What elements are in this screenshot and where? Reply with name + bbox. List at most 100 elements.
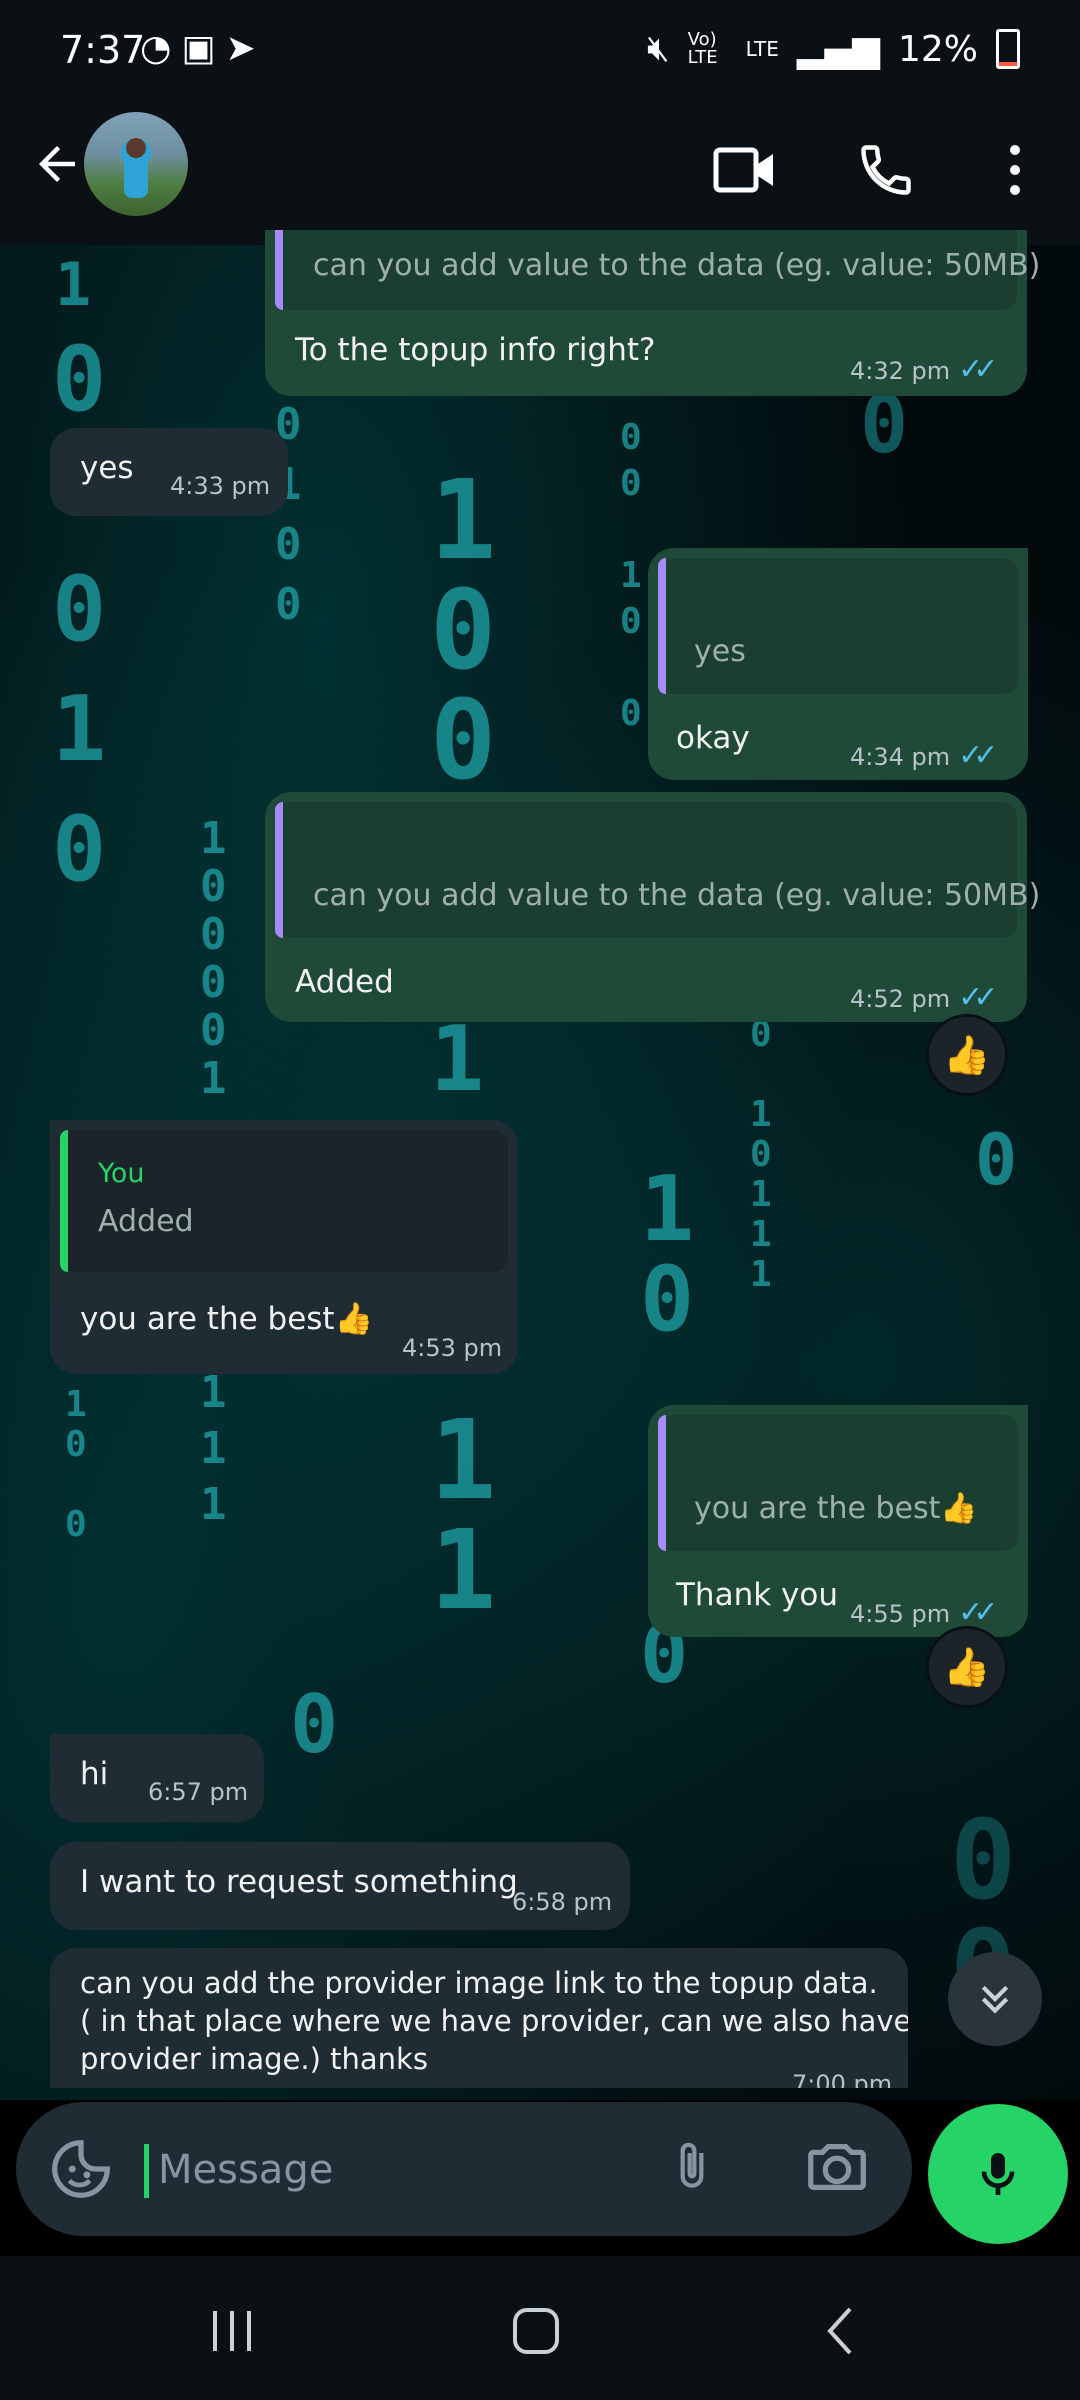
- gallery-icon: ▣: [181, 28, 226, 69]
- message-time: 4:33 pm: [170, 472, 271, 500]
- wallpaper-glyph: 100: [65, 1384, 87, 1545]
- wallpaper-glyph: 1: [55, 250, 92, 320]
- quote-bar: [275, 230, 283, 310]
- thumbs-up-icon: 👍: [943, 1032, 991, 1077]
- camera-button[interactable]: [802, 2132, 874, 2204]
- message-time: 4:55 pm: [850, 1600, 951, 1628]
- quoted-message[interactable]: you are the best👍: [658, 1415, 1018, 1551]
- voice-message-button[interactable]: [928, 2104, 1068, 2244]
- read-ticks-icon: ✓✓: [958, 980, 998, 1015]
- quoted-message[interactable]: You Added: [60, 1130, 508, 1272]
- wallpaper-glyph: 11: [430, 1396, 497, 1634]
- wallpaper-glyph: 010111: [750, 1014, 772, 1295]
- home-button[interactable]: [496, 2296, 576, 2366]
- volte-label: Vo) LTE: [687, 29, 718, 68]
- text-cursor: [144, 2144, 149, 2198]
- battery-icon: [996, 29, 1020, 69]
- more-options-button[interactable]: [975, 130, 1055, 210]
- incoming-message[interactable]: can you add the provider image link to t…: [50, 1948, 908, 2088]
- whatsapp-icon: ◔: [140, 28, 182, 69]
- message-text: To the topup info right?: [295, 332, 656, 368]
- back-button[interactable]: [22, 135, 92, 205]
- more-vertical-icon: [1010, 145, 1020, 195]
- message-time: 4:53 pm: [402, 1334, 503, 1362]
- quoted-text: can you add value to the data (eg. value…: [313, 248, 1041, 283]
- quote-bar: [60, 1130, 68, 1272]
- telegram-icon: ➤: [225, 28, 266, 69]
- reaction-badge[interactable]: 👍: [926, 1626, 1008, 1708]
- wallpaper-glyph: 1: [430, 1007, 485, 1112]
- read-ticks-icon: ✓✓: [958, 738, 998, 773]
- incoming-message[interactable]: I want to request something 6:58 pm: [50, 1842, 630, 1930]
- chat-header: [0, 100, 1080, 247]
- message-time: 4:52 pm: [850, 985, 951, 1013]
- wallpaper-glyph: 0100: [275, 399, 302, 630]
- message-time: 7:00 pm: [792, 2070, 893, 2088]
- attach-button[interactable]: [664, 2132, 734, 2206]
- message-time: 6:58 pm: [512, 1888, 613, 1916]
- microphone-icon: [981, 2153, 1015, 2195]
- voice-call-button[interactable]: [846, 130, 926, 210]
- sticker-button[interactable]: [46, 2134, 116, 2204]
- quoted-message[interactable]: can you add value to the data (eg. value…: [275, 802, 1040, 938]
- status-time: 7:37: [60, 28, 146, 72]
- message-text: I want to request something: [80, 1864, 518, 1900]
- quoted-text: you are the best👍: [694, 1491, 978, 1526]
- message-text: yes: [80, 450, 134, 486]
- incoming-message[interactable]: yes 4:33 pm: [50, 428, 288, 516]
- message-meta: 4:52 pm ✓✓: [850, 980, 999, 1015]
- sticker-icon: [52, 2140, 110, 2198]
- signal-icon: ▂▄▆: [796, 28, 880, 70]
- incoming-message[interactable]: hi 6:57 pm: [50, 1734, 264, 1822]
- chevron-left-icon: [827, 2307, 852, 2355]
- message-line: ( in that place where we have provider, …: [80, 2004, 908, 2038]
- message-text: hi: [80, 1756, 109, 1792]
- system-navigation-bar: [0, 2256, 1080, 2400]
- scroll-to-bottom-button[interactable]: [948, 1952, 1042, 2046]
- wallpaper-glyph: 0: [52, 797, 107, 902]
- video-call-button[interactable]: [705, 130, 785, 210]
- recent-apps-icon: [213, 2311, 251, 2351]
- wallpaper-glyph: 0: [52, 327, 107, 432]
- quote-bar: [275, 802, 283, 938]
- battery-percent: 12%: [897, 28, 978, 70]
- thumbs-up-icon: 👍: [943, 1644, 991, 1689]
- recent-apps-button[interactable]: [192, 2296, 272, 2366]
- message-composer: [16, 2102, 912, 2236]
- mute-icon: 🔇︎: [646, 28, 670, 69]
- wallpaper-glyph: 10: [640, 1157, 695, 1352]
- outgoing-message[interactable]: you are the best👍 Thank you 4:55 pm ✓✓: [648, 1405, 1028, 1637]
- wallpaper-glyph: 0: [975, 1119, 1018, 1201]
- quoted-text: Added: [98, 1204, 194, 1239]
- message-input[interactable]: [156, 2130, 660, 2210]
- message-meta: 4:55 pm ✓✓: [850, 1595, 999, 1630]
- message-time: 4:34 pm: [850, 743, 951, 771]
- message-line: can you add the provider image link to t…: [80, 1966, 878, 2000]
- double-chevron-down-icon: [981, 1985, 1009, 2014]
- wallpaper-glyph: 00100: [620, 417, 642, 734]
- message-time: 6:57 pm: [148, 1778, 249, 1806]
- reaction-badge[interactable]: 👍: [926, 1014, 1008, 1096]
- quoted-text: yes: [694, 634, 746, 669]
- person-icon: [124, 138, 148, 198]
- avatar[interactable]: [84, 112, 188, 216]
- message-line: provider image.) thanks: [80, 2042, 428, 2076]
- outgoing-message[interactable]: can you add value to the data (eg. value…: [265, 230, 1040, 396]
- wallpaper-glyph: 0: [860, 378, 909, 471]
- phone-icon: [861, 145, 911, 195]
- message-meta: 4:32 pm ✓✓: [850, 352, 999, 387]
- wallpaper-glyph: 0: [52, 557, 107, 662]
- incoming-message[interactable]: You Added you are the best👍 4:53 pm: [50, 1120, 518, 1374]
- quoted-message[interactable]: yes: [658, 558, 1018, 694]
- notification-icons: ◔▣➤: [140, 28, 266, 69]
- read-ticks-icon: ✓✓: [958, 1595, 998, 1630]
- quoted-message[interactable]: can you add value to the data (eg. value…: [275, 230, 1040, 310]
- outgoing-message[interactable]: yes okay 4:34 pm ✓✓: [648, 548, 1028, 780]
- outgoing-message[interactable]: can you add value to the data (eg. value…: [265, 792, 1040, 1022]
- home-icon: [513, 2308, 559, 2354]
- wallpaper-glyph: 1: [52, 677, 107, 782]
- lte-label: LTE: [745, 37, 779, 61]
- read-ticks-icon: ✓✓: [958, 352, 998, 387]
- wallpaper-glyph: 100: [430, 456, 497, 804]
- back-nav-button[interactable]: [800, 2296, 880, 2366]
